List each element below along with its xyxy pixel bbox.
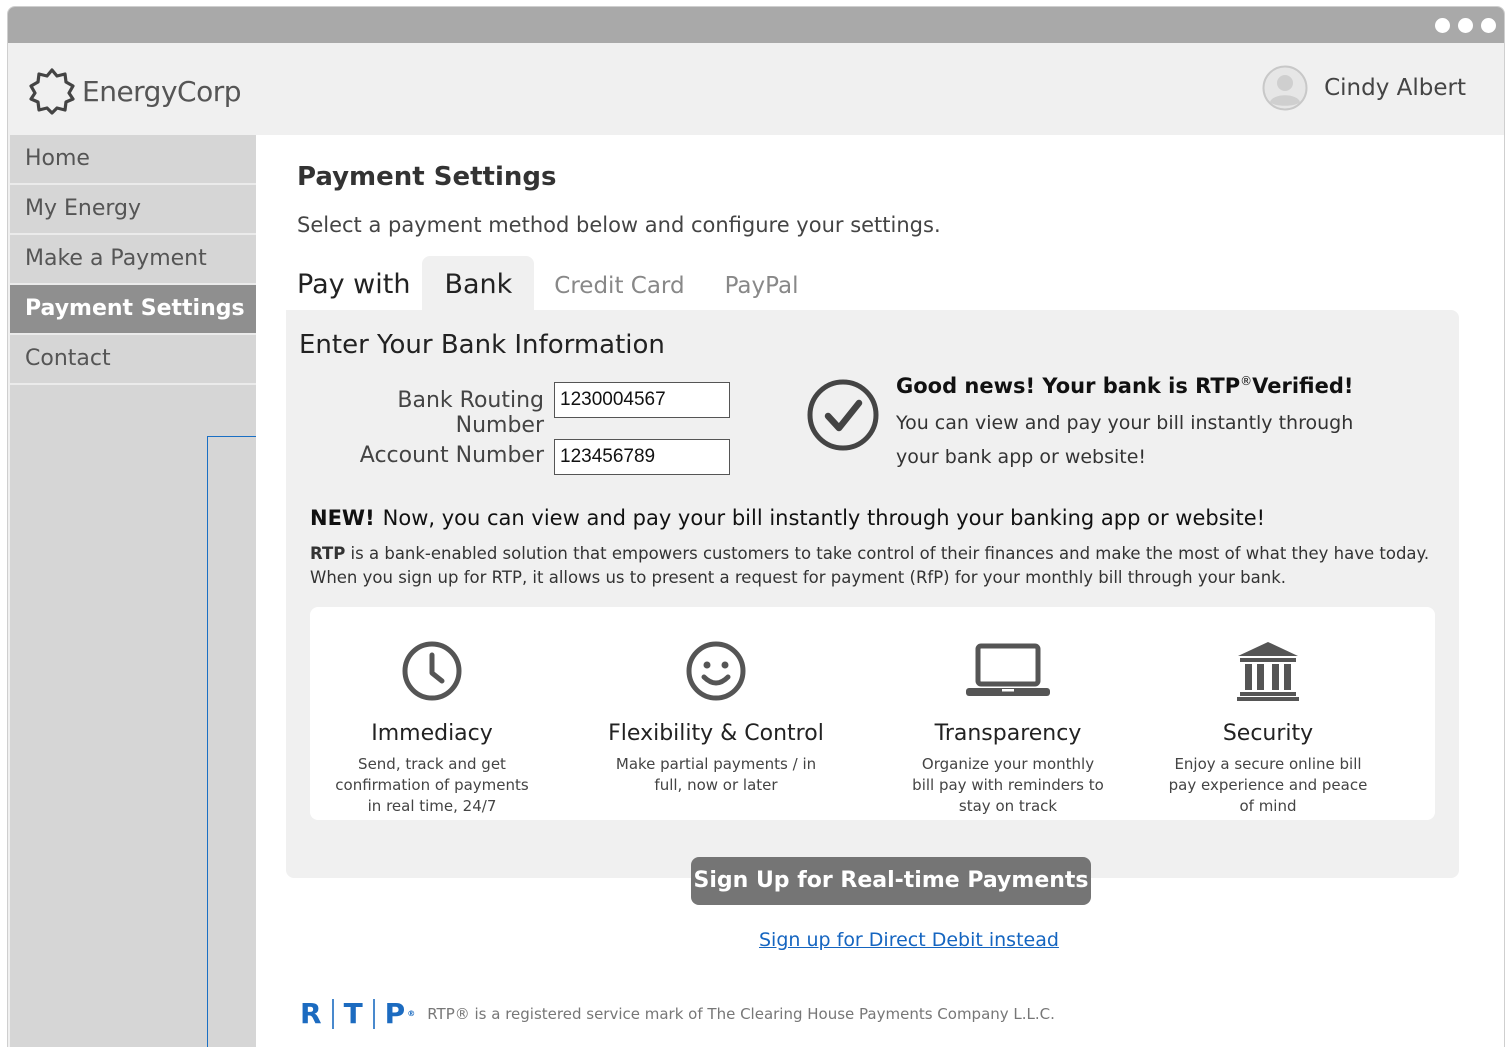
bank-panel: Enter Your Bank Information Bank Routing… xyxy=(286,310,1459,878)
signup-real-time-payments-button[interactable]: Sign Up for Real-time Payments xyxy=(691,857,1091,905)
laptop-icon xyxy=(966,643,1050,696)
window-menu-dots[interactable] xyxy=(1435,18,1496,33)
brand-logo[interactable]: EnergyCorp xyxy=(28,67,242,115)
main-content: Payment Settings Select a payment method… xyxy=(256,135,1504,1047)
annotation-connector-line xyxy=(207,436,208,1047)
sidebar-item-home[interactable]: Home xyxy=(10,135,256,185)
page-subtitle: Select a payment method below and config… xyxy=(297,213,941,237)
account-number-input[interactable] xyxy=(554,439,730,475)
sidebar-item-my-energy[interactable]: My Energy xyxy=(10,185,256,235)
payment-method-tabs: Pay with Bank Credit Card PayPal xyxy=(297,256,818,312)
sun-logo-icon xyxy=(29,68,75,115)
rtp-new-heading: NEW! Now, you can view and pay your bill … xyxy=(310,506,1266,530)
feature-description: Send, track and get confirmation of paym… xyxy=(335,755,529,815)
brand-name: EnergyCorp xyxy=(82,74,242,108)
routing-number-input[interactable] xyxy=(554,382,730,418)
smiley-icon xyxy=(686,641,746,701)
account-number-label: Account Number xyxy=(359,443,544,468)
rtp-features-card: Immediacy Send, track and get confirmati… xyxy=(310,607,1435,820)
page-title: Payment Settings xyxy=(297,162,557,192)
routing-number-label: Bank Routing Number xyxy=(397,388,544,438)
sidebar-nav: Home My Energy Make a Payment Payment Se… xyxy=(10,135,256,1047)
rtp-verified-text: You can view and pay your bill instantly… xyxy=(896,412,1354,468)
feature-description: Make partial payments / in full, now or … xyxy=(615,755,817,794)
bank-section-title: Enter Your Bank Information xyxy=(299,330,665,360)
sidebar-item-payment-settings[interactable]: Payment Settings xyxy=(10,285,256,335)
check-circle-icon xyxy=(807,379,879,451)
feature-description: Enjoy a secure online bill pay experienc… xyxy=(1168,755,1368,815)
feature-title: Flexibility & Control xyxy=(608,721,824,746)
dot-icon xyxy=(1481,18,1496,33)
user-name: Cindy Albert xyxy=(1324,75,1466,101)
rtp-logo: R T P ® xyxy=(300,997,416,1030)
tab-paypal[interactable]: PayPal xyxy=(705,256,819,312)
direct-debit-link[interactable]: Sign up for Direct Debit instead xyxy=(759,929,1059,951)
feature-flexibility-control: Flexibility & Control Make partial payme… xyxy=(596,607,836,796)
clock-icon xyxy=(402,641,462,701)
sidebar-item-contact[interactable]: Contact xyxy=(10,335,256,385)
dot-icon xyxy=(1458,18,1473,33)
feature-title: Transparency xyxy=(934,721,1082,746)
rtp-verified-title: Good news! Your bank is RTP®Verified! xyxy=(896,374,1354,398)
browser-window: EnergyCorp Cindy Albert Home My Energy M… xyxy=(7,6,1505,1047)
rtp-description: RTP is a bank-enabled solution that empo… xyxy=(310,544,1430,587)
footer: R T P ® RTP® is a registered service mark… xyxy=(300,997,1055,1030)
feature-title: Security xyxy=(1222,721,1314,746)
feature-title: Immediacy xyxy=(371,721,493,746)
bank-icon xyxy=(1237,642,1299,701)
user-menu[interactable]: Cindy Albert xyxy=(1262,65,1466,111)
app-header: EnergyCorp Cindy Albert xyxy=(8,43,1504,135)
feature-description: Organize your monthly bill pay with remi… xyxy=(912,755,1104,815)
avatar-icon xyxy=(1262,65,1308,111)
tab-bank[interactable]: Bank xyxy=(422,256,535,312)
window-titlebar xyxy=(8,7,1504,43)
footer-trademark-text: RTP® is a registered service mark of The… xyxy=(427,1004,1055,1023)
feature-security: Security Enjoy a secure online bill pay … xyxy=(1148,607,1388,817)
tabs-lead-label: Pay with xyxy=(297,269,411,300)
dot-icon xyxy=(1435,18,1450,33)
feature-transparency: Transparency Organize your monthly bill … xyxy=(888,607,1128,817)
feature-immediacy: Immediacy Send, track and get confirmati… xyxy=(312,607,552,817)
tab-credit-card[interactable]: Credit Card xyxy=(534,256,704,312)
sidebar-item-make-a-payment[interactable]: Make a Payment xyxy=(10,235,256,285)
